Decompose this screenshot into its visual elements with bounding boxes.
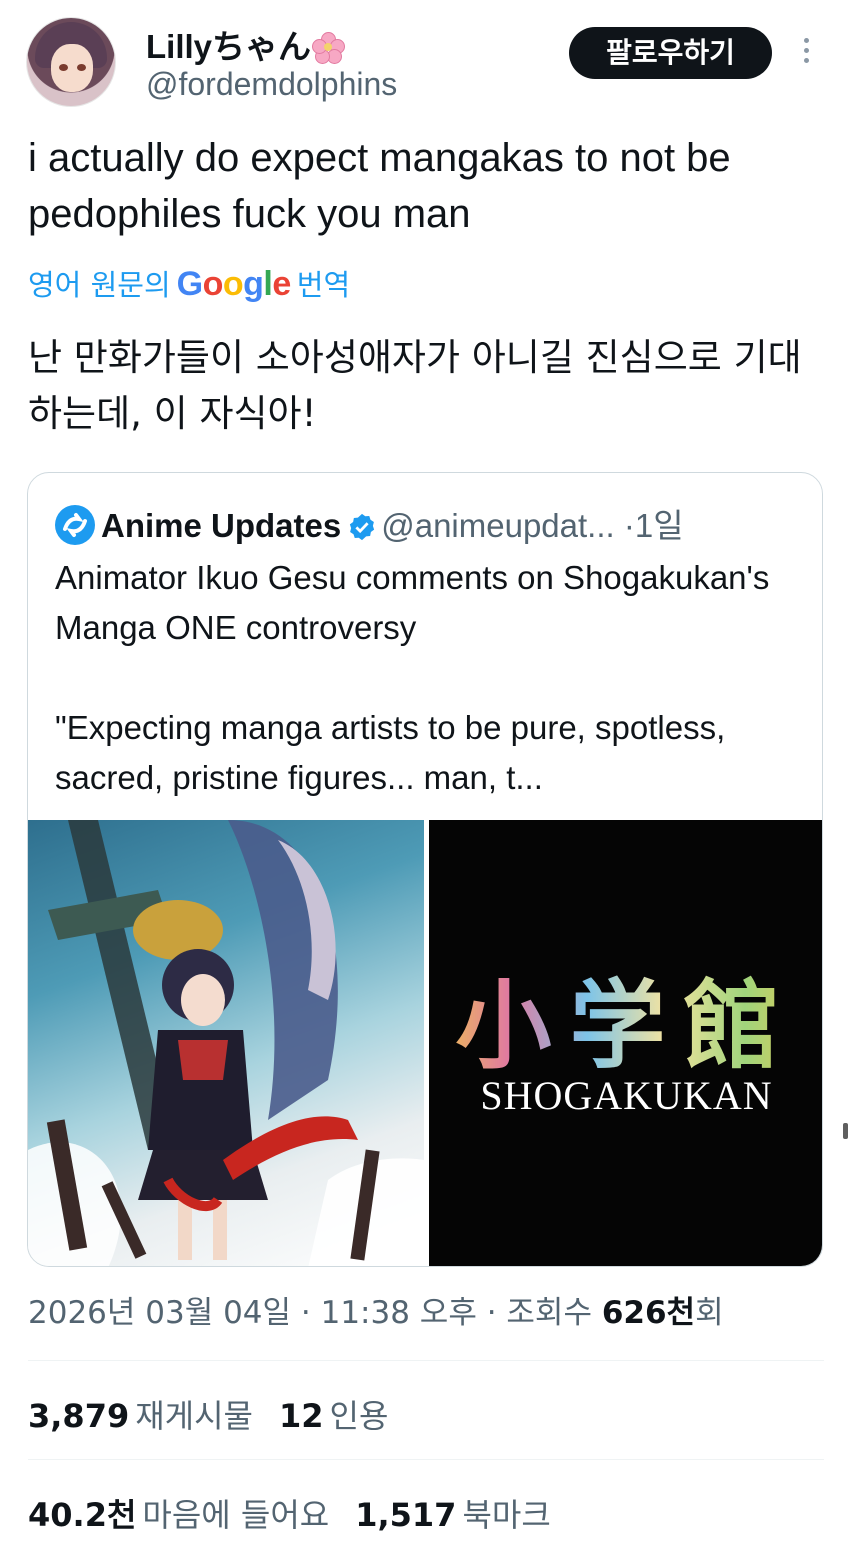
author-handle[interactable]: @fordemdolphins bbox=[146, 66, 397, 103]
bookmarks-label: 북마크 bbox=[462, 1496, 551, 1534]
bookmarks-count: 1,517 bbox=[355, 1496, 457, 1534]
divider bbox=[28, 1360, 824, 1361]
views-count: 626천 bbox=[601, 1295, 696, 1331]
quoted-author-avatar[interactable] bbox=[55, 505, 95, 545]
cherry-blossom-icon bbox=[312, 32, 346, 64]
timestamp-text: 2026년 03월 04일 · 11:38 오후 · 조회수 bbox=[28, 1295, 592, 1331]
quoted-author-handle[interactable]: @animeupdat... bbox=[381, 507, 614, 544]
author-name-text: Lillyちゃん bbox=[146, 28, 312, 65]
quoted-image-shogakukan-logo[interactable]: 小学館 SHOGAKUKAN bbox=[429, 820, 822, 1266]
quotes-count: 12 bbox=[278, 1397, 324, 1435]
likes-stat[interactable]: 40.2천 마음에 들어요 bbox=[28, 1496, 355, 1534]
retweets-count: 3,879 bbox=[28, 1397, 130, 1435]
quoted-separator: · bbox=[623, 507, 635, 544]
tweet-timestamp: 2026년 03월 04일 · 11:38 오후 · 조회수 626천회 bbox=[28, 1287, 724, 1332]
author-avatar[interactable] bbox=[26, 17, 116, 107]
quoted-image-anime-artwork[interactable] bbox=[28, 820, 424, 1266]
quoted-author-name[interactable]: Anime Updates bbox=[101, 507, 341, 544]
translate-suffix: 번역 bbox=[296, 268, 351, 302]
more-options-icon[interactable] bbox=[796, 34, 816, 74]
tweet-text: i actually do expect mangakas to not be … bbox=[28, 136, 731, 236]
quotes-stat[interactable]: 12 인용 bbox=[279, 1397, 414, 1435]
quotes-label: 인용 bbox=[329, 1397, 389, 1435]
anime-artwork-illustration bbox=[28, 820, 424, 1266]
translate-link[interactable]: 영어 원문의 Google 번역 bbox=[28, 262, 350, 304]
quoted-tweet-card[interactable]: Anime Updates @animeupdat... ·1일 Animator… bbox=[27, 472, 823, 1267]
repost-stats-row: 3,879 재게시물 12 인용 bbox=[28, 1391, 414, 1437]
divider bbox=[28, 1459, 824, 1460]
likes-count: 40.2천 bbox=[28, 1496, 137, 1534]
follow-button[interactable]: 팔로우하기 bbox=[569, 27, 772, 79]
retweets-label: 재게시물 bbox=[135, 1397, 253, 1435]
retweets-stat[interactable]: 3,879 재게시물 bbox=[28, 1397, 279, 1435]
scrollbar-thumb[interactable] bbox=[843, 1123, 848, 1139]
translated-text: 난 만화가들이 소아성애자가 아니길 진심으로 기대하는데, 이 자식아! bbox=[28, 336, 802, 435]
quoted-tweet-header: Anime Updates @animeupdat... ·1일 bbox=[55, 499, 684, 550]
views-suffix: 회 bbox=[695, 1295, 724, 1331]
shogakukan-kanji-logo: 小学館 bbox=[429, 948, 822, 1087]
verified-badge-icon bbox=[347, 512, 377, 550]
author-display-name[interactable]: Lillyちゃん bbox=[146, 20, 346, 68]
quoted-tweet-text: Animator Ikuo Gesu comments on Shogakuka… bbox=[55, 559, 770, 796]
translate-prefix: 영어 원문의 bbox=[28, 268, 171, 302]
quoted-time[interactable]: 1일 bbox=[635, 507, 684, 544]
shogakukan-caption: SHOGAKUKAN bbox=[480, 1073, 773, 1118]
likes-label: 마음에 들어요 bbox=[142, 1496, 330, 1534]
google-logo: Google bbox=[176, 265, 292, 303]
likes-stats-row: 40.2천 마음에 들어요 1,517 북마크 bbox=[28, 1490, 577, 1536]
bookmarks-stat[interactable]: 1,517 북마크 bbox=[355, 1496, 577, 1534]
